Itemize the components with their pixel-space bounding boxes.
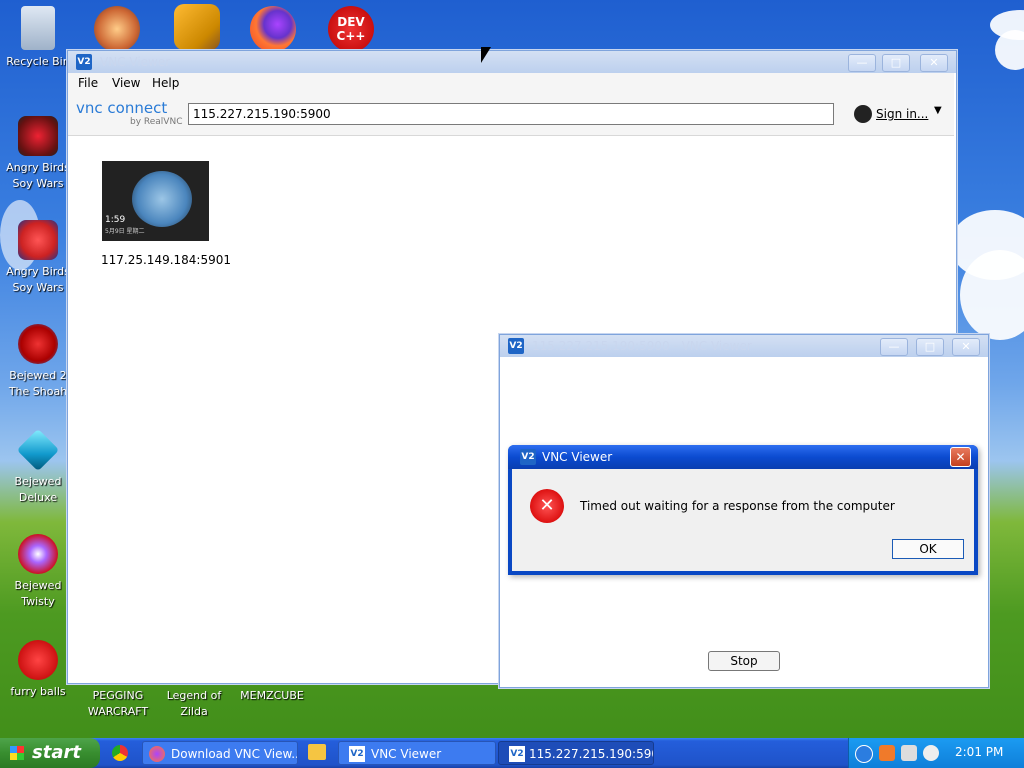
start-label: start [32,742,81,763]
cloud [995,30,1024,70]
volume-icon[interactable] [923,745,939,761]
vnc-logo-icon: V2 [508,338,524,354]
menu-help[interactable]: Help [152,76,179,90]
task-label: 115.227.215.190:590... [529,747,653,761]
clock[interactable]: 2:01 PM [955,745,1003,759]
stop-button[interactable]: Stop [708,651,780,671]
windows-logo-icon [10,746,24,760]
dropdown-arrow-icon[interactable]: ▼ [934,105,942,116]
vnc-logo-icon: V2 [520,449,536,465]
desktop-icon-pegging-warcraft[interactable]: PEGGING WARCRAFT [80,688,156,720]
dialog-title: VNC Viewer [542,450,613,464]
task-label: VNC Viewer [371,747,442,761]
desktop-icon-bejeweled-twist[interactable]: Bejewed Twisty [0,534,76,610]
error-dialog-body: ✕ Timed out waiting for a response from … [512,469,974,571]
desktop-icon-label: furry balls [10,685,66,698]
bejeweled-2-icon [18,324,58,364]
vnc-viewer-titlebar[interactable]: V2 VNC Viewer — □ ✕ [68,51,956,73]
desktop-icon-label: PEGGING WARCRAFT [87,689,149,718]
connection-label[interactable]: 117.25.149.184:5901 [101,253,231,267]
address-field[interactable]: 115.227.215.190:5900 [188,103,834,125]
block-game-icon[interactable] [174,4,220,50]
thumbnail-date: 5月9日 星期二 [105,228,145,235]
error-dialog: V2 VNC Viewer ✕ ✕ Timed out waiting for … [508,445,978,575]
ok-button[interactable]: OK [892,539,964,559]
firefox-icon[interactable] [250,6,296,52]
angry-birds-star-wars-icon [18,116,58,156]
furry-ball-icon [18,640,58,680]
logo-subtitle: by RealVNC [130,117,183,127]
cloud [960,250,1024,340]
error-icon: ✕ [530,489,564,523]
desktop-icon-angry-birds-1[interactable]: Angry Birds Soy Wars [0,116,76,192]
close-button[interactable]: ✕ [920,54,948,72]
user-icon[interactable] [854,105,872,123]
sign-in-button[interactable]: Sign in... [876,107,928,121]
task-download-vnc[interactable]: Download VNC View... [142,741,298,765]
close-button[interactable]: ✕ [952,338,980,356]
firefox-icon [149,746,165,762]
desktop-icon-label: Angry Birds Soy Wars [6,161,70,190]
desktop-icon-label: Bejewed Deluxe [14,475,62,504]
dialog-close-button[interactable]: ✕ [950,447,971,467]
window-title: VNC Viewer [100,55,171,69]
thumbnail-screen-art [132,171,192,227]
desktop-icon-label: Bejewed 2 The Shoah [8,369,68,398]
desktop-icon-memzcube[interactable]: MEMZCUBE [234,688,310,704]
diamond-icon [16,428,60,472]
minimize-button[interactable]: — [880,338,908,356]
task-label: Download VNC View... [171,747,298,761]
connection-thumbnail[interactable]: 1:59 5月9日 星期二 [102,161,209,241]
desktop-icon-bejeweled-deluxe[interactable]: Bejewed Deluxe [0,428,76,506]
maximize-button[interactable]: □ [882,54,910,72]
dev-cpp-label: DEV C++ [336,15,366,43]
task-vnc-viewer[interactable]: V2 VNC Viewer [338,741,496,765]
menu-view[interactable]: View [112,76,140,90]
thumbnail-time: 1:59 [105,215,126,225]
vnc-connect-logo: vnc connect [76,99,168,117]
task-connection[interactable]: V2 115.227.215.190:590... [498,741,654,765]
desktop-icon-label: Angry Birds Soy Wars [6,265,70,294]
bejeweled-twist-icon [18,534,58,574]
network-icon[interactable] [901,745,917,761]
angry-birds-star-wars-icon [18,220,58,260]
desktop-icon-label: Bejewed Twisty [14,579,62,608]
tray-expand-icon[interactable] [855,745,873,763]
vnc-logo-icon: V2 [76,54,92,70]
folder-icon[interactable] [308,744,326,760]
toolbar: vnc connect by RealVNC 115.227.215.190:5… [68,93,954,136]
desktop-icon-angry-birds-2[interactable]: Angry Birds Soy Wars [0,220,76,296]
hero-game-icon[interactable] [94,6,140,52]
maximize-button[interactable]: □ [916,338,944,356]
system-tray: 2:01 PM [848,738,1024,768]
taskbar: start Download VNC View... V2 VNC Viewer… [0,738,1024,768]
error-dialog-titlebar[interactable]: V2 VNC Viewer ✕ [508,445,978,469]
vnc-logo-icon: V2 [349,746,365,762]
start-button[interactable]: start [0,738,100,768]
address-value: 115.227.215.190:5900 [193,107,331,121]
recycle-bin-icon [21,6,55,50]
desktop-icon-label: Recycle Bin [6,55,70,68]
desktop-icon-legend-of-zilda[interactable]: Legend of Zilda [156,688,232,720]
desktop-icon-recycle-bin[interactable]: Recycle Bin [0,6,76,70]
connecting-titlebar[interactable]: V2 115.227.215.190:5900 - VNC Viewer — □… [500,335,988,357]
desktop-icon-furry-balls[interactable]: furry balls [0,640,76,700]
vnc-logo-icon: V2 [509,746,525,762]
window-title: 115.227.215.190:5900 - VNC Viewer [532,339,752,353]
menu-file[interactable]: File [78,76,98,90]
cursor-icon [481,47,491,63]
dev-cpp-icon[interactable]: DEV C++ [328,6,374,52]
error-message: Timed out waiting for a response from th… [580,499,895,513]
tray-app-icon[interactable] [879,745,895,761]
desktop-icon-label: Legend of Zilda [166,689,222,718]
stop-label: Stop [730,654,758,668]
desktop-icon-label: MEMZCUBE [240,689,304,702]
menu-bar: File View Help [68,73,954,93]
minimize-button[interactable]: — [848,54,876,72]
ok-label: OK [919,542,937,556]
chrome-icon[interactable] [112,745,128,761]
desktop-icon-bejeweled-2[interactable]: Bejewed 2 The Shoah [0,324,76,400]
